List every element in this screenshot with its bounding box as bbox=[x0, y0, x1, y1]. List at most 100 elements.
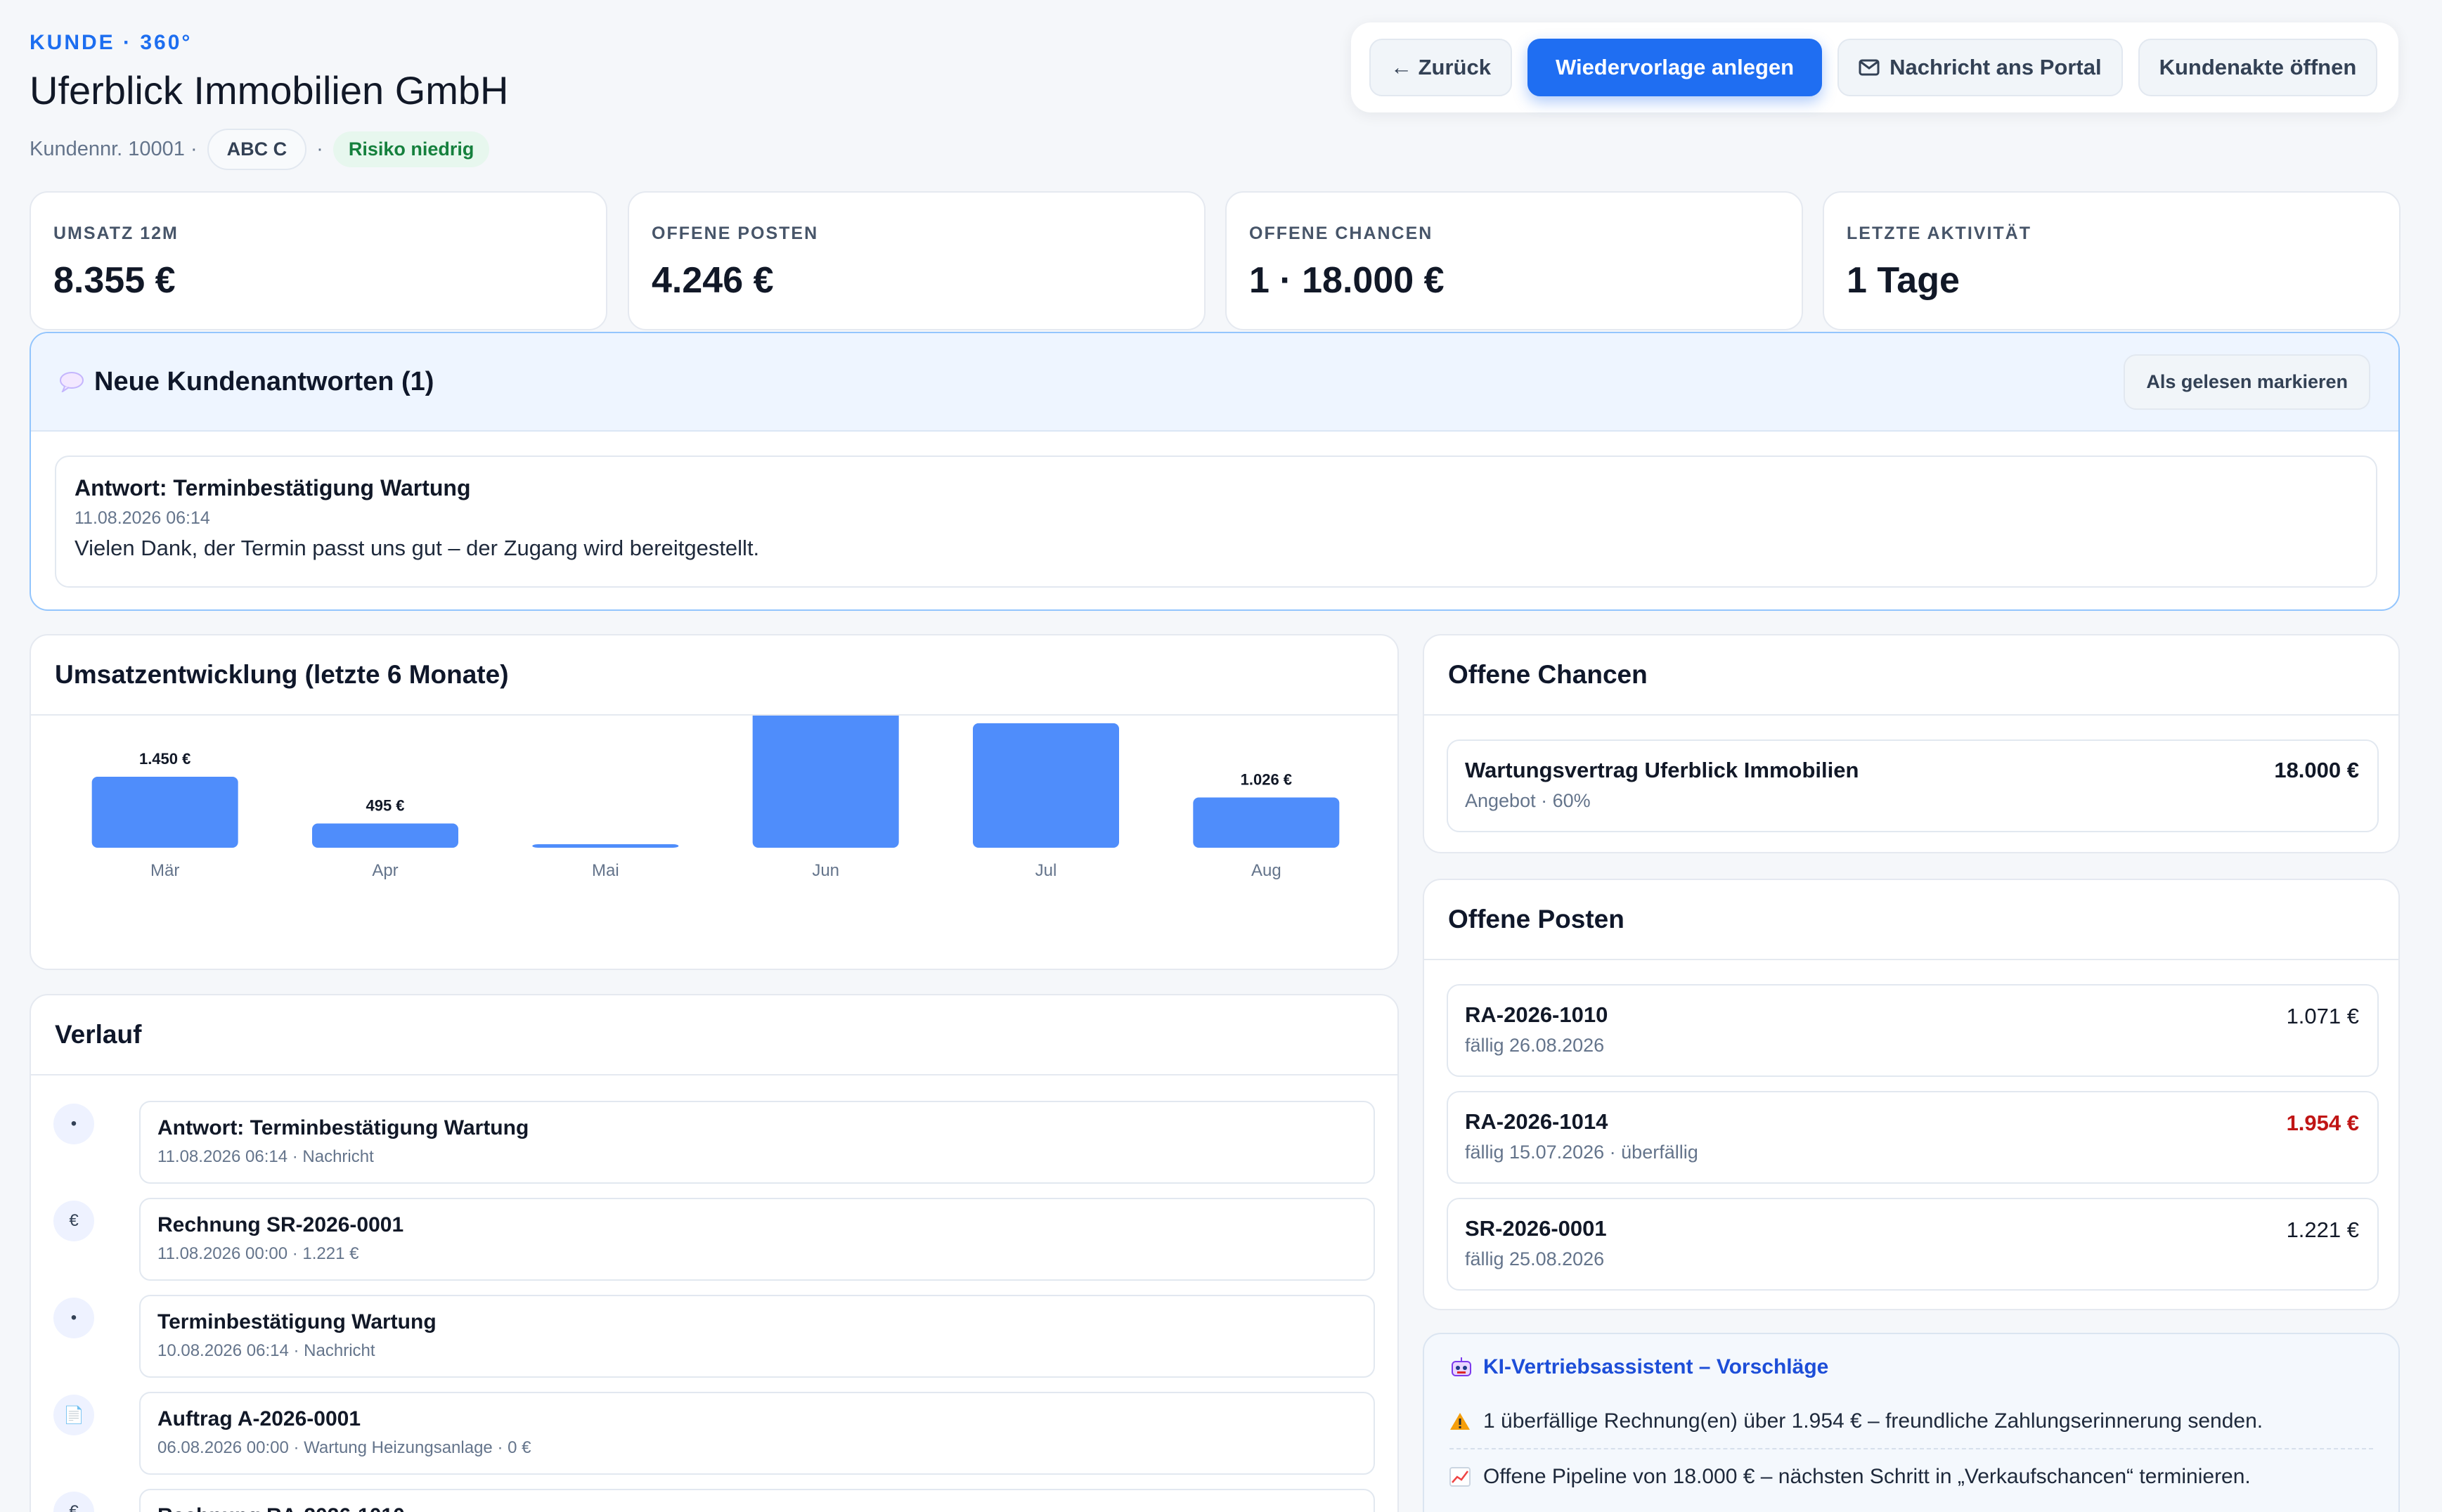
risk-badge: Risiko niedrig bbox=[332, 131, 490, 167]
reply-date: 11.08.2026 06:14 bbox=[75, 508, 210, 528]
page-title: Uferblick Immobilien GmbH bbox=[30, 68, 509, 112]
open-customer-file-button[interactable]: Kundenakte öffnen bbox=[2138, 39, 2378, 96]
kpi-value: 1 Tage bbox=[1847, 260, 1960, 301]
timeline-row: 📄 Auftrag A-2026-0001 06.08.2026 00:00 ·… bbox=[53, 1392, 1375, 1489]
portal-message-button[interactable]: Nachricht ans Portal bbox=[1837, 39, 2123, 96]
envelope-icon bbox=[1859, 59, 1880, 76]
open-item[interactable]: RA-2026-1010 fällig 26.08.2026 1.071 € bbox=[1447, 984, 2379, 1077]
back-button[interactable]: ← Zurück bbox=[1369, 39, 1512, 96]
timeline-item-sub: 11.08.2026 00:00 · 1.221 € bbox=[157, 1244, 359, 1263]
revenue-bar bbox=[312, 823, 458, 848]
customer-meta: Kundennr. 10001 · ABC C · Risiko niedrig bbox=[30, 129, 509, 170]
revenue-bar bbox=[91, 776, 238, 848]
ai-assistant-panel: KI-Vertriebsassistent – Vorschläge 1 übe… bbox=[1423, 1333, 2400, 1512]
x-tick-label: Jul bbox=[1035, 861, 1057, 880]
revenue-bar bbox=[532, 844, 679, 848]
kpi-label: UMSATZ 12M bbox=[53, 224, 179, 243]
kpi-value: 4.246 € bbox=[652, 260, 774, 301]
reply-item[interactable]: Antwort: Terminbestätigung Wartung 11.08… bbox=[55, 455, 2377, 588]
mark-as-read-button[interactable]: Als gelesen markieren bbox=[2124, 354, 2370, 410]
x-tick-label: Aug bbox=[1251, 861, 1281, 880]
kpi-value: 8.355 € bbox=[53, 260, 176, 301]
page-header: KUNDE · 360° Uferblick Immobilien GmbH K… bbox=[30, 31, 509, 170]
ai-suggestions: 1 überfällige Rechnung(en) über 1.954 € … bbox=[1449, 1395, 2373, 1504]
message-dot-icon: • bbox=[53, 1104, 94, 1144]
x-tick-label: Jun bbox=[812, 861, 839, 880]
speech-bubble-icon bbox=[60, 372, 84, 392]
ai-assistant-title: KI-Vertriebsassistent – Vorschläge bbox=[1483, 1355, 1829, 1378]
portal-button-label: Nachricht ans Portal bbox=[1889, 55, 2102, 79]
timeline-item[interactable]: Rechnung SR-2026-0001 11.08.2026 00:00 ·… bbox=[139, 1198, 1375, 1281]
open-items-panel: Offene Posten RA-2026-1010 fällig 26.08.… bbox=[1423, 879, 2400, 1310]
revenue-bar bbox=[973, 723, 1119, 848]
back-button-label: ← Zurück bbox=[1390, 55, 1491, 79]
kpi-open-items: OFFENE POSTEN 4.246 € bbox=[628, 191, 1206, 330]
invoice-amount-overdue: 1.954 € bbox=[2286, 1111, 2359, 1135]
new-replies-header: Neue Kundenantworten (1) Als gelesen mar… bbox=[31, 333, 2398, 432]
abc-badge: ABC C bbox=[207, 129, 307, 170]
opportunity-title: Wartungsvertrag Uferblick Immobilien bbox=[1465, 758, 1859, 782]
bar-value-label: 495 € bbox=[366, 797, 404, 815]
meta-separator: · bbox=[316, 138, 323, 160]
timeline-item-title: Auftrag A-2026-0001 bbox=[157, 1407, 361, 1430]
timeline-row: € Rechnung SR-2026-0001 11.08.2026 00:00… bbox=[53, 1198, 1375, 1295]
timeline-item-sub: 10.08.2026 06:14 · Nachricht bbox=[157, 1341, 375, 1360]
invoice-due: fällig 26.08.2026 bbox=[1465, 1035, 1605, 1056]
ai-suggestion-text: Offene Pipeline von 18.000 € – nächsten … bbox=[1483, 1465, 2251, 1488]
new-replies-panel: Neue Kundenantworten (1) Als gelesen mar… bbox=[30, 332, 2400, 611]
invoice-due: fällig 15.07.2026 · überfällig bbox=[1465, 1142, 1698, 1163]
action-bar: ← Zurück Wiedervorlage anlegen Nachricht… bbox=[1351, 22, 2398, 112]
page-eyebrow: KUNDE · 360° bbox=[30, 31, 193, 54]
revenue-chart-title: Umsatzentwicklung (letzte 6 Monate) bbox=[31, 635, 1397, 716]
file-button-label: Kundenakte öffnen bbox=[2159, 55, 2357, 79]
kpi-label: OFFENE CHANCEN bbox=[1249, 224, 1433, 243]
invoice-due: fällig 25.08.2026 bbox=[1465, 1248, 1605, 1269]
timeline-item-sub: 06.08.2026 00:00 · Wartung Heizungsanlag… bbox=[157, 1438, 531, 1457]
x-tick-label: Mär bbox=[150, 861, 179, 880]
opportunities-title: Offene Chancen bbox=[1424, 635, 2398, 716]
open-item-overdue[interactable]: RA-2026-1014 fällig 15.07.2026 · überfäl… bbox=[1447, 1091, 2379, 1184]
history-panel: Verlauf • Antwort: Terminbestätigung War… bbox=[30, 994, 1399, 1512]
reply-title: Antwort: Terminbestätigung Wartung bbox=[75, 475, 471, 500]
message-dot-icon: • bbox=[53, 1298, 94, 1338]
timeline-item-title: Terminbestätigung Wartung bbox=[157, 1310, 437, 1333]
timeline-item[interactable]: Rechnung RA-2026-1010 bbox=[139, 1489, 1375, 1512]
kpi-open-opportunities: OFFENE CHANCEN 1 · 18.000 € bbox=[1225, 191, 1803, 330]
revenue-bar bbox=[1193, 797, 1340, 848]
history-timeline: • Antwort: Terminbestätigung Wartung 11.… bbox=[53, 1101, 1375, 1512]
timeline-row: • Terminbestätigung Wartung 10.08.2026 0… bbox=[53, 1295, 1375, 1392]
timeline-item-title: Rechnung RA-2026-1010 bbox=[157, 1504, 1357, 1512]
ai-assistant-header: KI-Vertriebsassistent – Vorschläge bbox=[1449, 1355, 2373, 1379]
invoice-number: RA-2026-1014 bbox=[1465, 1109, 1608, 1134]
timeline-row: • Antwort: Terminbestätigung Wartung 11.… bbox=[53, 1101, 1375, 1198]
document-icon: 📄 bbox=[53, 1395, 94, 1435]
kpi-label: OFFENE POSTEN bbox=[652, 224, 819, 243]
bar-value-label: 1.450 € bbox=[139, 750, 190, 768]
kpi-value: 1 · 18.000 € bbox=[1249, 260, 1445, 301]
revenue-bar bbox=[752, 716, 899, 848]
timeline-item[interactable]: Terminbestätigung Wartung 10.08.2026 06:… bbox=[139, 1295, 1375, 1378]
x-tick-label: Mai bbox=[592, 861, 619, 880]
open-item[interactable]: SR-2026-0001 fällig 25.08.2026 1.221 € bbox=[1447, 1198, 2379, 1291]
timeline-item-title: Antwort: Terminbestätigung Wartung bbox=[157, 1116, 529, 1139]
ai-suggestion-text: 1 überfällige Rechnung(en) über 1.954 € … bbox=[1483, 1409, 2263, 1433]
customer-number: Kundennr. 10001 · bbox=[30, 138, 198, 160]
euro-icon: € bbox=[53, 1201, 94, 1241]
trend-chart-icon bbox=[1449, 1467, 1471, 1487]
invoice-number: RA-2026-1010 bbox=[1465, 1002, 1608, 1027]
x-tick-label: Apr bbox=[372, 861, 398, 880]
opportunity-item[interactable]: Wartungsvertrag Uferblick Immobilien Ang… bbox=[1447, 739, 2379, 832]
timeline-item[interactable]: Auftrag A-2026-0001 06.08.2026 00:00 · W… bbox=[139, 1392, 1375, 1475]
opportunity-value: 18.000 € bbox=[2274, 758, 2359, 782]
invoice-amount: 1.221 € bbox=[2286, 1217, 2359, 1242]
kpi-label: LETZTE AKTIVITÄT bbox=[1847, 224, 2031, 243]
create-followup-button[interactable]: Wiedervorlage anlegen bbox=[1527, 39, 1823, 96]
opportunities-panel: Offene Chancen Wartungsvertrag Uferblick… bbox=[1423, 634, 2400, 853]
ai-suggestion[interactable]: Offene Pipeline von 18.000 € – nächsten … bbox=[1449, 1449, 2373, 1504]
timeline-item[interactable]: Antwort: Terminbestätigung Wartung 11.08… bbox=[139, 1101, 1375, 1184]
kpi-last-activity: LETZTE AKTIVITÄT 1 Tage bbox=[1823, 191, 2401, 330]
invoice-number: SR-2026-0001 bbox=[1465, 1216, 1607, 1241]
timeline-row: € Rechnung RA-2026-1010 bbox=[53, 1489, 1375, 1512]
reply-body: Vielen Dank, der Termin passt uns gut – … bbox=[75, 536, 760, 560]
ai-suggestion[interactable]: 1 überfällige Rechnung(en) über 1.954 € … bbox=[1449, 1395, 2373, 1449]
